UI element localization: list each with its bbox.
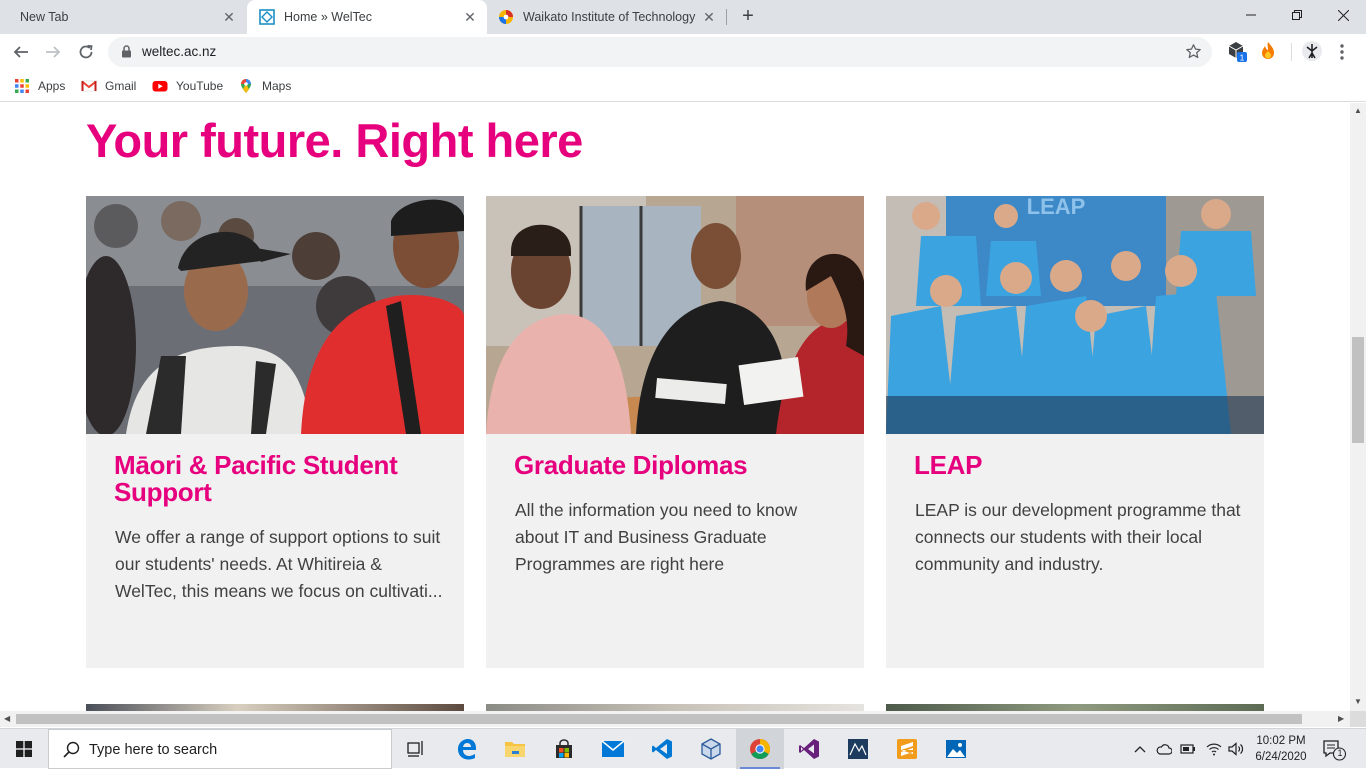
- bookmark-star-icon[interactable]: [1185, 43, 1202, 60]
- lock-icon: [122, 45, 131, 58]
- battery-icon[interactable]: [1180, 741, 1196, 757]
- vertical-scrollbar[interactable]: ▲ ▼: [1350, 103, 1366, 711]
- tab-title: Home » WelTec: [284, 10, 372, 24]
- close-tab-icon[interactable]: ✕: [463, 10, 477, 24]
- tab-new-tab[interactable]: New Tab ✕: [0, 0, 246, 34]
- taskbar-search-box[interactable]: Type here to search: [48, 729, 392, 769]
- advisor-meeting-photo: [486, 196, 864, 434]
- windows-taskbar: Type here to search 10:02 PM 6/24/2020 1: [0, 728, 1366, 769]
- task-view-icon[interactable]: [392, 729, 440, 769]
- clock-time: 10:02 PM: [1256, 735, 1306, 747]
- vs-code-icon[interactable]: [638, 729, 686, 769]
- vertical-scroll-thumb[interactable]: [1352, 337, 1364, 443]
- youtube-icon: [152, 81, 168, 92]
- sublime-text-icon[interactable]: [883, 729, 931, 769]
- page-viewport: Your future. Right here Māori & Pacific …: [0, 103, 1350, 711]
- new-tab-plus-icon[interactable]: +: [738, 6, 758, 26]
- leap-group-photo: LEAP: [886, 196, 1264, 434]
- card-title[interactable]: LEAP: [914, 452, 1244, 479]
- action-center-notification-icon[interactable]: 1: [1322, 739, 1347, 761]
- photos-app-icon[interactable]: [932, 729, 980, 769]
- bookmark-youtube[interactable]: YouTube: [152, 77, 223, 95]
- scroll-left-arrow-icon[interactable]: ◀: [4, 714, 10, 723]
- fire-extension-icon[interactable]: [1257, 40, 1279, 62]
- cube-extension-icon[interactable]: 1: [1226, 40, 1248, 62]
- close-tab-icon[interactable]: ✕: [702, 10, 716, 24]
- bookmark-label: Maps: [262, 79, 292, 93]
- page-headline: Your future. Right here: [86, 114, 583, 167]
- bookmark-label: Apps: [38, 79, 66, 93]
- gmail-icon: [81, 80, 97, 92]
- volume-speaker-icon[interactable]: [1228, 741, 1244, 757]
- search-icon: [63, 741, 80, 758]
- card-description: We offer a range of support options to s…: [115, 527, 443, 601]
- card-leap[interactable]: LEAP LEAP LEAP is our development progra…: [886, 196, 1264, 668]
- file-explorer-icon[interactable]: [491, 729, 539, 769]
- profile-avatar-icon[interactable]: [1301, 40, 1323, 62]
- bookmark-gmail[interactable]: Gmail: [81, 77, 136, 95]
- card-title[interactable]: Graduate Diplomas: [514, 452, 844, 479]
- minimize-icon[interactable]: [1228, 0, 1274, 30]
- notification-count: 1: [1337, 748, 1343, 758]
- chrome-menu-icon[interactable]: [1334, 43, 1350, 61]
- wifi-icon[interactable]: [1206, 741, 1222, 757]
- tab-separator: [726, 9, 727, 25]
- scroll-up-arrow-icon[interactable]: ▲: [1354, 106, 1362, 115]
- clock-date: 6/24/2020: [1255, 751, 1307, 763]
- bookmark-label: Gmail: [105, 79, 137, 93]
- close-window-icon[interactable]: [1320, 0, 1366, 30]
- students-laughing-photo: [86, 196, 464, 434]
- tab-title: New Tab: [20, 10, 69, 24]
- card-graduate-diplomas[interactable]: Graduate Diplomas All the information yo…: [486, 196, 864, 668]
- reload-icon[interactable]: [73, 39, 99, 65]
- scrollbar-corner: [1350, 711, 1366, 727]
- next-card-image-top: [86, 704, 464, 711]
- close-tab-icon[interactable]: ✕: [222, 10, 236, 24]
- bookmark-maps[interactable]: Maps: [238, 77, 291, 95]
- onedrive-cloud-icon[interactable]: [1156, 741, 1172, 757]
- browser-toolbar: weltec.ac.nz 1: [0, 34, 1366, 70]
- restore-icon[interactable]: [1274, 0, 1320, 30]
- url-text: weltec.ac.nz: [142, 44, 217, 59]
- horizontal-scroll-thumb[interactable]: [16, 714, 1302, 724]
- wintec-favicon-icon: [499, 10, 513, 24]
- bookmark-label: YouTube: [176, 79, 224, 93]
- tab-strip: New Tab ✕ Home » WelTec ✕ Waikato Instit…: [0, 0, 1366, 34]
- show-hidden-icons-chevron-icon[interactable]: [1132, 741, 1148, 757]
- maps-pin-icon: [241, 79, 251, 93]
- card-title[interactable]: Māori & Pacific Student Support: [114, 452, 444, 506]
- address-bar[interactable]: weltec.ac.nz: [108, 37, 1212, 67]
- taskbar-clock[interactable]: 10:02 PM 6/24/2020: [1250, 733, 1312, 765]
- card-description: LEAP is our development programme that c…: [915, 500, 1241, 574]
- bookmarks-bar: Apps Gmail YouTube Maps: [0, 70, 1366, 102]
- edge-icon[interactable]: [443, 729, 491, 769]
- tab-title: Waikato Institute of Technology: [523, 10, 696, 24]
- virtualbox-cube-icon[interactable]: [687, 729, 735, 769]
- pycharm-icon[interactable]: [834, 729, 882, 769]
- windows-start-icon[interactable]: [0, 729, 48, 769]
- search-placeholder: Type here to search: [89, 742, 218, 758]
- microsoft-store-icon[interactable]: [540, 729, 588, 769]
- visual-studio-icon[interactable]: [785, 729, 833, 769]
- extension-badge: 1: [1240, 53, 1245, 63]
- toolbar-divider: [1291, 43, 1292, 61]
- scroll-right-arrow-icon[interactable]: ▶: [1338, 714, 1344, 723]
- horizontal-scrollbar[interactable]: ◀ ▶: [0, 711, 1350, 727]
- weltec-favicon-icon: [259, 9, 275, 25]
- scroll-down-arrow-icon[interactable]: ▼: [1354, 697, 1362, 706]
- next-card-image-top: [886, 704, 1264, 711]
- bookmark-apps[interactable]: Apps: [14, 77, 65, 95]
- svg-text:LEAP: LEAP: [1027, 196, 1086, 219]
- card-maori-pacific-support[interactable]: Māori & Pacific Student Support We offer…: [86, 196, 464, 668]
- mail-icon[interactable]: [589, 729, 637, 769]
- forward-arrow-icon[interactable]: [40, 39, 66, 65]
- next-card-image-top: [486, 704, 864, 711]
- tab-home-weltec[interactable]: Home » WelTec ✕: [247, 0, 487, 34]
- chrome-taskbar-icon[interactable]: [736, 729, 784, 769]
- card-description: All the information you need to know abo…: [515, 500, 798, 574]
- back-arrow-icon[interactable]: [8, 39, 34, 65]
- apps-grid-icon: [15, 79, 29, 93]
- tab-waikato[interactable]: Waikato Institute of Technology ✕: [488, 0, 726, 34]
